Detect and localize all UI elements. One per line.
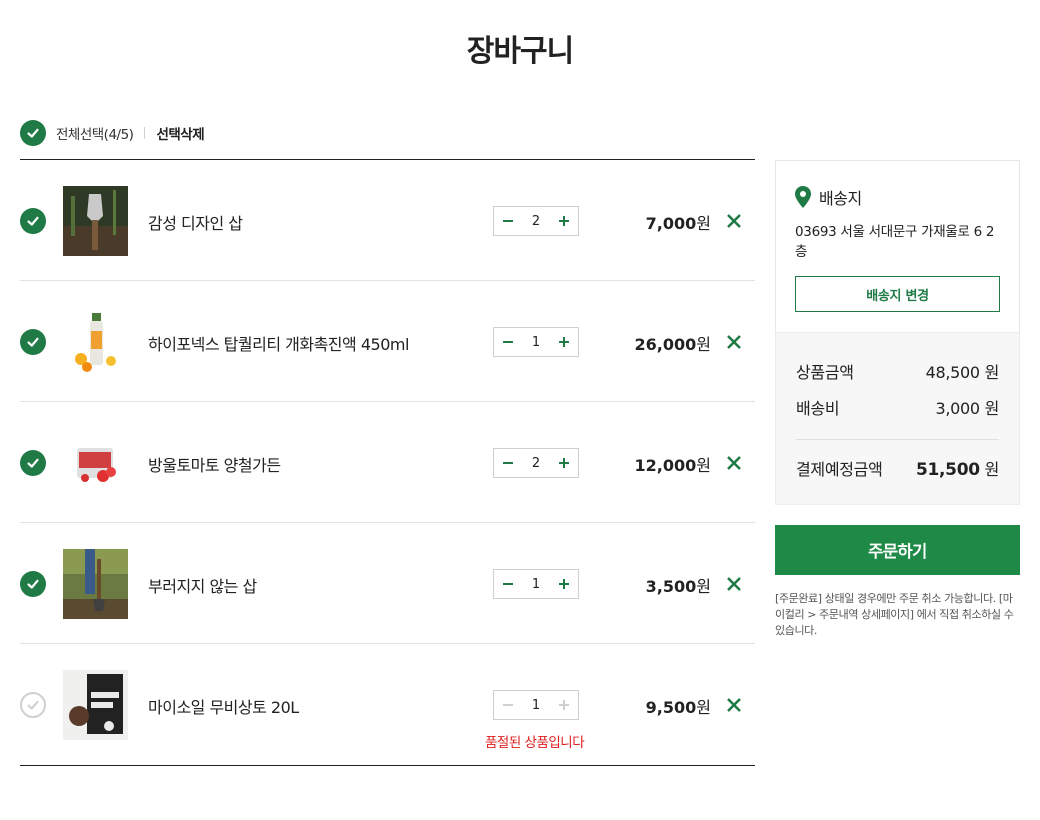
product-name[interactable]: 하이포넥스 탑퀄리티 개화촉진액 450ml xyxy=(148,331,409,355)
change-address-button[interactable]: 배송지 변경 xyxy=(795,276,1000,312)
remove-item-button[interactable] xyxy=(725,696,743,714)
item-checkbox[interactable] xyxy=(20,450,46,476)
product-thumbnail[interactable] xyxy=(63,307,128,377)
minus-icon xyxy=(503,341,513,343)
quantity-value: 1 xyxy=(531,576,541,592)
item-checkbox[interactable] xyxy=(20,571,46,597)
plus-icon xyxy=(559,216,569,226)
quantity-value: 1 xyxy=(531,334,541,350)
product-thumbnail[interactable] xyxy=(63,428,128,498)
product-name[interactable]: 감성 디자인 삽 xyxy=(148,210,243,234)
item-price: 3,500원 xyxy=(645,577,711,596)
quantity-stepper: 2 xyxy=(493,448,579,478)
quantity-value: 2 xyxy=(531,455,541,471)
shipping-address-box: 배송지 03693 서울 서대문구 가재울로 6 2층 배송지 변경 xyxy=(775,160,1020,332)
shipping-fee-value: 3,000 원 xyxy=(935,399,999,418)
location-pin-icon xyxy=(795,186,811,208)
cart-item: 하이포넥스 탑퀄리티 개화촉진액 450ml 1 26,000원 xyxy=(20,281,755,402)
increase-button[interactable] xyxy=(550,691,578,719)
decrease-button[interactable] xyxy=(494,328,522,356)
shipping-header: 배송지 xyxy=(795,185,1000,209)
close-icon xyxy=(727,335,741,349)
shipping-title: 배송지 xyxy=(819,189,862,208)
check-icon xyxy=(27,700,39,710)
quantity-stepper: 1 xyxy=(493,327,579,357)
plus-icon xyxy=(559,337,569,347)
close-icon xyxy=(727,577,741,591)
decrease-button[interactable] xyxy=(494,207,522,235)
shipping-fee-row: 배송비 3,000 원 xyxy=(796,389,999,425)
increase-button[interactable] xyxy=(550,449,578,477)
cart-item: 방울토마토 양철가든 2 12,000원 xyxy=(20,402,755,523)
item-checkbox[interactable] xyxy=(20,692,46,718)
minus-icon xyxy=(503,583,513,585)
check-icon xyxy=(27,579,39,589)
subtotal-value: 48,500 원 xyxy=(925,363,1000,382)
quantity-stepper: 1 xyxy=(493,690,579,720)
quantity-stepper: 1 xyxy=(493,569,579,599)
close-icon xyxy=(727,698,741,712)
product-thumbnail[interactable] xyxy=(63,549,128,619)
product-name[interactable]: 방울토마토 양철가든 xyxy=(148,452,281,476)
remove-item-button[interactable] xyxy=(725,333,743,351)
remove-item-button[interactable] xyxy=(725,575,743,593)
item-price: 12,000원 xyxy=(634,456,711,475)
select-all-checkbox[interactable] xyxy=(20,120,46,146)
plus-icon xyxy=(559,458,569,468)
minus-icon xyxy=(503,462,513,464)
price-summary: 상품금액 48,500 원 배송비 3,000 원 결제예정금액 51,500 … xyxy=(775,332,1020,505)
product-thumbnail[interactable] xyxy=(63,670,128,740)
item-price: 26,000원 xyxy=(634,335,711,354)
item-price: 9,500원 xyxy=(645,698,711,717)
select-bar: 전체선택(4/5) 선택삭제 xyxy=(20,120,205,146)
cart-list: 감성 디자인 삽 2 7,000원 하이포넥스 탑퀄리티 개화촉진액 450ml xyxy=(20,159,755,766)
close-icon xyxy=(727,214,741,228)
remove-item-button[interactable] xyxy=(725,212,743,230)
cart-item: 감성 디자인 삽 2 7,000원 xyxy=(20,160,755,281)
sold-out-message: 품절된 상품입니다 xyxy=(485,735,585,751)
plus-icon xyxy=(559,579,569,589)
check-icon xyxy=(27,337,39,347)
cart-item: 마이소일 무비상토 20L 1 품절된 상품입니다 9,500원 xyxy=(20,644,755,765)
delete-selected-button[interactable]: 선택삭제 xyxy=(156,123,204,143)
increase-button[interactable] xyxy=(550,570,578,598)
decrease-button[interactable] xyxy=(494,570,522,598)
item-checkbox[interactable] xyxy=(20,208,46,234)
order-sidebar: 배송지 03693 서울 서대문구 가재울로 6 2층 배송지 변경 상품금액 … xyxy=(775,160,1020,639)
total-value: 51,500 원 xyxy=(915,460,999,480)
increase-button[interactable] xyxy=(550,207,578,235)
product-thumbnail[interactable] xyxy=(63,186,128,256)
plus-icon xyxy=(559,700,569,710)
close-icon xyxy=(727,456,741,470)
product-name[interactable]: 마이소일 무비상토 20L xyxy=(148,694,299,718)
page-title: 장바구니 xyxy=(466,34,574,69)
quantity-value: 2 xyxy=(531,213,541,229)
increase-button[interactable] xyxy=(550,328,578,356)
quantity-value: 1 xyxy=(531,697,541,713)
decrease-button[interactable] xyxy=(494,691,522,719)
check-icon xyxy=(27,216,39,226)
select-all-label[interactable]: 전체선택(4/5) xyxy=(56,123,134,143)
divider xyxy=(144,127,146,139)
minus-icon xyxy=(503,220,513,222)
check-icon xyxy=(27,128,39,138)
shipping-fee-label: 배송비 xyxy=(796,399,840,418)
divider xyxy=(796,439,999,440)
total-label: 결제예정금액 xyxy=(796,460,883,479)
quantity-stepper: 2 xyxy=(493,206,579,236)
order-button[interactable]: 주문하기 xyxy=(775,525,1020,575)
product-name[interactable]: 부러지지 않는 삽 xyxy=(148,573,257,597)
subtotal-row: 상품금액 48,500 원 xyxy=(796,353,999,389)
remove-item-button[interactable] xyxy=(725,454,743,472)
shipping-address: 03693 서울 서대문구 가재울로 6 2층 xyxy=(795,224,995,260)
item-checkbox[interactable] xyxy=(20,329,46,355)
subtotal-label: 상품금액 xyxy=(796,363,854,382)
check-icon xyxy=(27,458,39,468)
decrease-button[interactable] xyxy=(494,449,522,477)
cart-item: 부러지지 않는 삽 1 3,500원 xyxy=(20,523,755,644)
item-price: 7,000원 xyxy=(645,214,711,233)
total-row: 결제예정금액 51,500 원 xyxy=(796,450,999,486)
minus-icon xyxy=(503,704,513,706)
cancel-notice: [주문완료] 상태일 경우에만 주문 취소 가능합니다. [마이컬리 > 주문내… xyxy=(775,592,1014,637)
